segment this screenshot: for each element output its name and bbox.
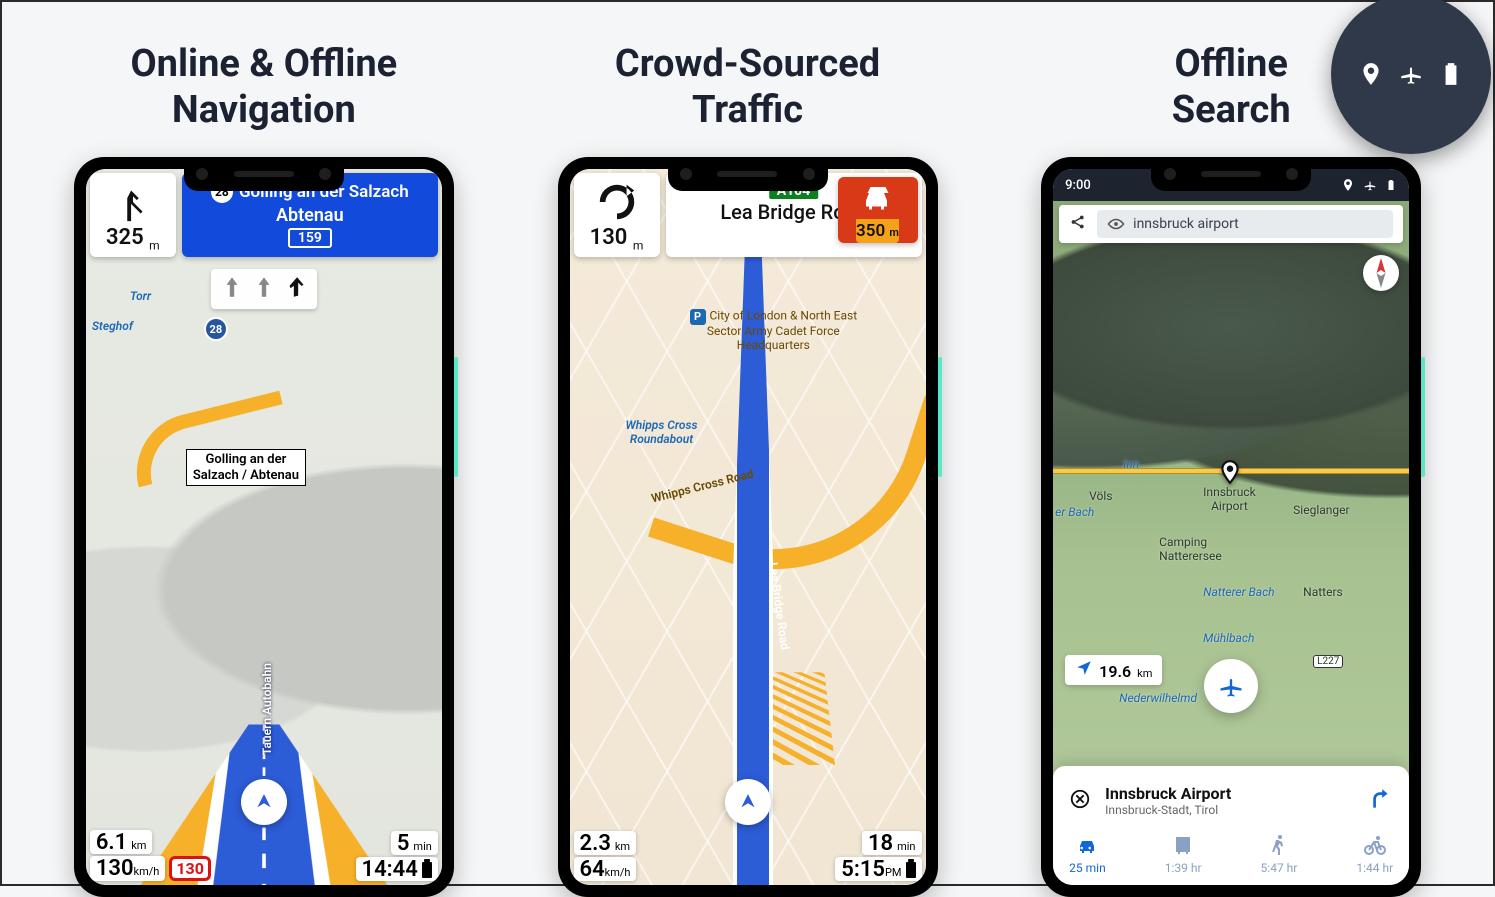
mode-car[interactable]: 25 min <box>1069 833 1106 875</box>
fork-right-icon <box>110 179 156 225</box>
label-l227: L227 <box>1313 655 1343 668</box>
label-natters: Natters <box>1303 585 1343 599</box>
battery-icon <box>1385 178 1397 192</box>
airplane-mode-icon <box>1363 178 1377 192</box>
result-pin[interactable] <box>1217 455 1243 489</box>
location-icon <box>1341 178 1355 192</box>
clock-time[interactable]: 14:44 <box>356 857 438 881</box>
lane-right-icon <box>283 271 309 307</box>
traffic-alert[interactable]: 350 m <box>838 177 918 243</box>
label-airport: Innsbruck Airport <box>1203 485 1256 513</box>
lane-straight-icon <box>219 271 245 307</box>
eta-minutes[interactable]: 18 min <box>862 831 922 855</box>
screen-search: 9:00 innsbruck airport Inn <box>1053 169 1409 885</box>
search-bar[interactable]: innsbruck airport <box>1059 205 1403 243</box>
poi-roundabout: Whipps Cross Roundabout <box>626 419 698 447</box>
distance-chip[interactable]: 19.6km <box>1065 655 1162 685</box>
poi-cadet: PCity of London & North East Sector Army… <box>690 309 858 353</box>
battery-icon <box>906 862 916 878</box>
nav-arrow-icon <box>1075 659 1093 677</box>
road-name-vertical: Tauern Autobahn <box>260 663 274 755</box>
exit-sign-label: Golling an der Salzach / Abtenau <box>186 449 306 486</box>
distance-remaining[interactable]: 6.1 km <box>90 830 153 854</box>
location-icon <box>1358 61 1384 87</box>
status-spotlight <box>1331 0 1491 154</box>
current-speed[interactable]: 130km/h <box>90 856 166 881</box>
traffic-jam-icon <box>856 181 900 217</box>
distance-remaining[interactable]: 2.3 km <box>574 831 637 855</box>
label-inn: Inn <box>1123 457 1139 471</box>
label-sieglanger: Sieglanger <box>1293 503 1349 517</box>
compass-button[interactable] <box>1363 255 1399 291</box>
mode-walk[interactable]: 5:47 hr <box>1261 833 1298 875</box>
label-vols: Völs <box>1089 489 1112 503</box>
label-muhlbach: Mühlbach <box>1203 631 1254 645</box>
clock-time[interactable]: 5:15PM <box>835 857 921 881</box>
lane-guidance <box>211 269 317 309</box>
vehicle-cursor <box>725 779 771 825</box>
search-input[interactable]: innsbruck airport <box>1097 210 1393 238</box>
battery-icon <box>422 862 432 878</box>
status-time: 9:00 <box>1065 178 1091 193</box>
speed-limit: 130 <box>169 856 211 881</box>
turn-instruction[interactable]: 130 m <box>574 173 660 256</box>
roundabout-icon <box>594 179 640 225</box>
headline-3: Offline Search <box>1172 42 1291 133</box>
battery-icon <box>1438 61 1464 87</box>
lane-straight-icon <box>251 271 277 307</box>
mode-bike[interactable]: 1:44 hr <box>1356 833 1393 875</box>
label-camping: Camping Natterersee <box>1159 535 1222 563</box>
turn-instruction[interactable]: 325 m <box>90 173 176 256</box>
phone-frame-2: 130 m A104 Lea Bridge Road 350 m PCity o… <box>558 157 938 897</box>
share-icon[interactable] <box>1069 213 1087 235</box>
result-subtitle: Innsbruck-Stadt, Tirol <box>1105 803 1231 817</box>
eye-icon <box>1107 215 1125 233</box>
screen-navigation: 325 m 28 Golling an der Salzach Abtenau … <box>86 169 442 885</box>
screen-traffic: 130 m A104 Lea Bridge Road 350 m PCity o… <box>570 169 926 885</box>
headline-1: Online & Offline Navigation <box>130 42 397 133</box>
place-torr: Torr <box>130 289 151 303</box>
label-neder: Nederwilhelmd <box>1119 691 1197 705</box>
airplane-icon <box>1217 672 1245 700</box>
transport-modes: 25 min 1:39 hr 5:47 hr 1:44 hr <box>1069 833 1393 875</box>
result-category-fab[interactable] <box>1204 659 1258 713</box>
current-speed[interactable]: 64km/h <box>574 857 637 881</box>
start-route-button[interactable] <box>1367 786 1393 816</box>
airplane-mode-icon <box>1398 61 1424 87</box>
parking-icon: P <box>690 309 706 325</box>
place-steghof: Steghof <box>92 319 133 333</box>
exit-marker-28: 28 <box>204 317 228 341</box>
label-natterer-bach: Natterer Bach <box>1203 585 1274 599</box>
result-name: Innsbruck Airport <box>1105 784 1231 803</box>
phone-frame-3: 9:00 innsbruck airport Inn <box>1041 157 1421 897</box>
label-er-bach: er Bach <box>1055 505 1094 519</box>
mode-bus[interactable]: 1:39 hr <box>1165 833 1202 875</box>
result-card[interactable]: Innsbruck Airport Innsbruck-Stadt, Tirol… <box>1053 766 1409 885</box>
headline-2: Crowd-Sourced Traffic <box>615 42 880 133</box>
phone-frame-1: 325 m 28 Golling an der Salzach Abtenau … <box>74 157 454 897</box>
eta-minutes[interactable]: 5 min <box>391 831 438 855</box>
route-pill: 159 <box>288 228 332 248</box>
vehicle-cursor <box>241 779 287 825</box>
close-result-button[interactable] <box>1069 788 1091 814</box>
